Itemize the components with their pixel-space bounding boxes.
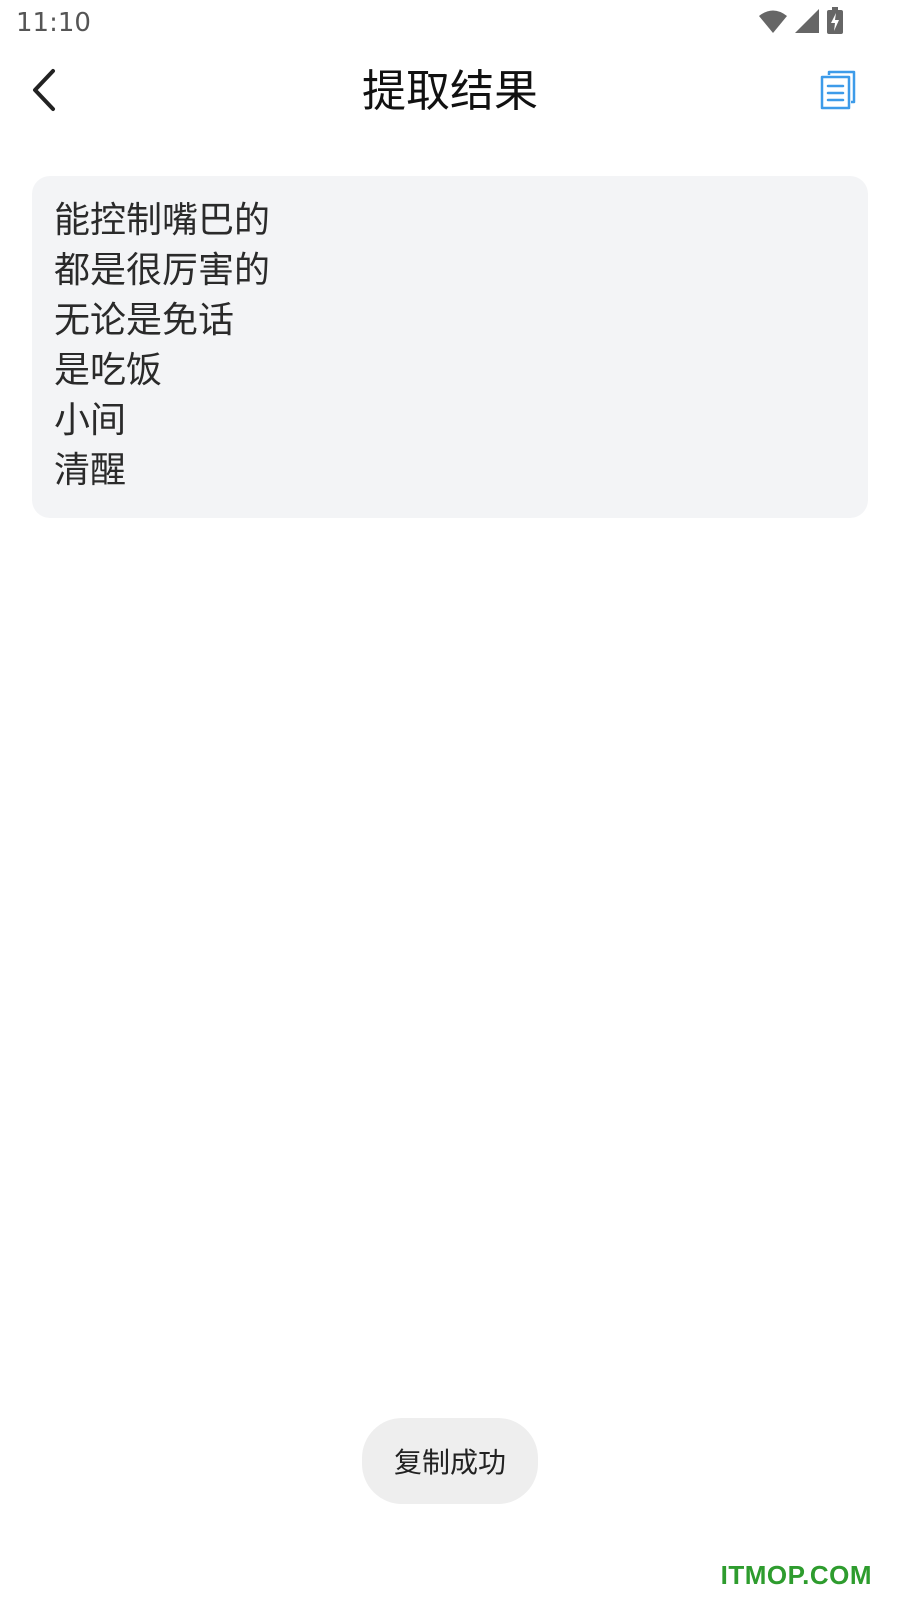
result-line: 能控制嘴巴的 <box>54 200 271 241</box>
result-line: 清醒 <box>54 450 127 491</box>
status-bar: 11:10 <box>0 0 900 48</box>
copy-button[interactable] <box>816 68 860 116</box>
wifi-icon <box>758 8 788 38</box>
copy-success-toast: 复制成功 <box>362 1418 538 1504</box>
result-line: 无论是免话 <box>54 300 235 341</box>
battery-charging-icon <box>826 7 844 39</box>
result-line: 是吃饭 <box>54 350 163 391</box>
status-time: 11:10 <box>16 8 91 38</box>
signal-icon <box>794 8 820 38</box>
result-line: 小间 <box>54 400 127 441</box>
result-line: 都是很厉害的 <box>54 250 271 291</box>
watermark: ITMOP.COM <box>720 1560 872 1590</box>
app-bar: 提取结果 <box>0 52 900 132</box>
copy-document-icon <box>820 70 856 114</box>
page-title: 提取结果 <box>362 66 538 117</box>
status-icons <box>758 7 844 39</box>
screen: 11:10 提取结果 能控制嘴巴的 都是很厉害的 无论是免话 是吃饭 小间 清醒… <box>0 0 900 1600</box>
result-text-card[interactable]: 能控制嘴巴的 都是很厉害的 无论是免话 是吃饭 小间 清醒 <box>32 176 868 518</box>
